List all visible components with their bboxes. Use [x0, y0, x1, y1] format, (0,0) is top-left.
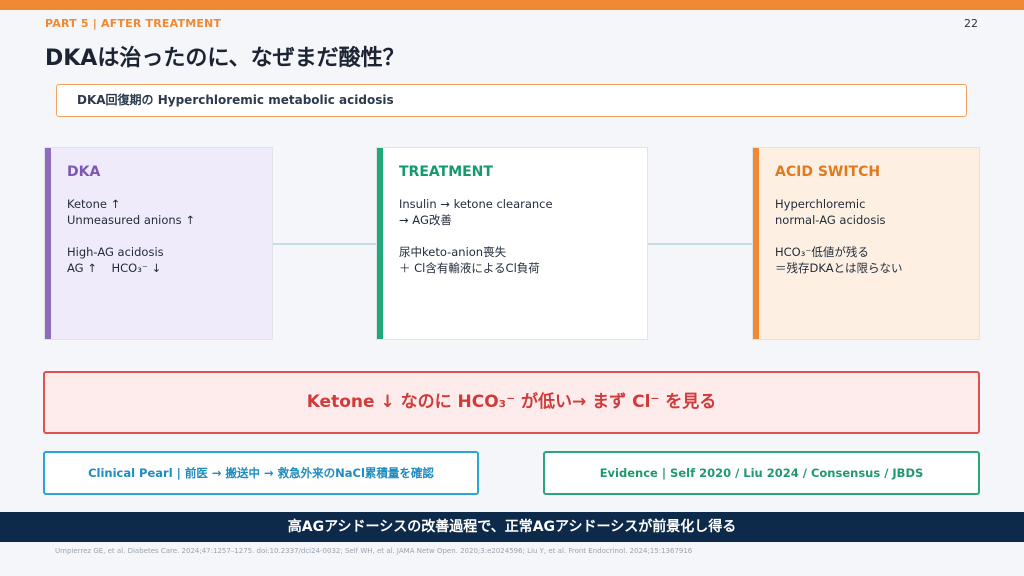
section-label: PART 5 | AFTER TREATMENT — [45, 17, 222, 30]
page-title: DKAは治ったのに、なぜまだ酸性？ — [45, 46, 405, 71]
references: Umpierrez GE, et al. Diabetes Care. 2024… — [55, 547, 693, 555]
card-line: ＝残存DKAとは限らない — [775, 261, 903, 275]
card-heading: TREATMENT — [399, 164, 493, 180]
card-acid-switch: ACID SWITCH Hyperchloremic normal-AG aci… — [752, 147, 980, 340]
card-heading: DKA — [67, 164, 101, 180]
clinical-pearl-box: Clinical Pearl | 前医 → 搬送中 → 救急外来のNaCl累積量… — [43, 451, 479, 495]
evidence-text: Evidence | Self 2020 / Liu 2024 / Consen… — [599, 466, 924, 480]
card-line: Insulin → ketone clearance — [399, 197, 553, 211]
page-number: 22 — [964, 17, 978, 30]
card-line: HCO₃⁻低値が残る — [775, 245, 869, 259]
card-heading: ACID SWITCH — [775, 164, 881, 180]
subtitle-box: DKA回復期の Hyperchloremic metabolic acidosi… — [56, 84, 967, 117]
summary-banner-text: 高AGアシドーシスの改善過程で、正常AGアシドーシスが前景化し得る — [287, 519, 737, 535]
summary-banner: 高AGアシドーシスの改善過程で、正常AGアシドーシスが前景化し得る — [0, 512, 1024, 542]
card-line: AG ↑ HCO₃⁻ ↓ — [67, 261, 162, 275]
top-accent-bar — [0, 0, 1024, 10]
card-accent-bar — [753, 148, 759, 339]
key-message-text: Ketone ↓ なのに HCO₃⁻ が低い→ まず Cl⁻ を見る — [306, 392, 717, 412]
card-line: Unmeasured anions ↑ — [67, 213, 195, 227]
card-line: Ketone ↑ — [67, 197, 121, 211]
subtitle-text: DKA回復期の Hyperchloremic metabolic acidosi… — [77, 93, 394, 107]
key-message-box: Ketone ↓ なのに HCO₃⁻ が低い→ まず Cl⁻ を見る — [43, 371, 980, 434]
card-treatment: TREATMENT Insulin → ketone clearance → A… — [376, 147, 648, 340]
card-dka: DKA Ketone ↑ Unmeasured anions ↑ High-AG… — [44, 147, 273, 340]
clinical-pearl-text: Clinical Pearl | 前医 → 搬送中 → 救急外来のNaCl累積量… — [88, 466, 434, 480]
card-line: Hyperchloremic — [775, 197, 866, 211]
evidence-box: Evidence | Self 2020 / Liu 2024 / Consen… — [543, 451, 980, 495]
connector-line — [273, 243, 376, 245]
card-accent-bar — [45, 148, 51, 339]
card-line: 尿中keto-anion喪失 — [399, 245, 507, 259]
card-accent-bar — [377, 148, 383, 339]
card-line: normal-AG acidosis — [775, 213, 886, 227]
connector-line — [648, 243, 752, 245]
card-line: High-AG acidosis — [67, 245, 164, 259]
card-line: → AG改善 — [399, 213, 452, 227]
card-line: ＋ Cl含有輸液によるCl負荷 — [399, 261, 540, 275]
